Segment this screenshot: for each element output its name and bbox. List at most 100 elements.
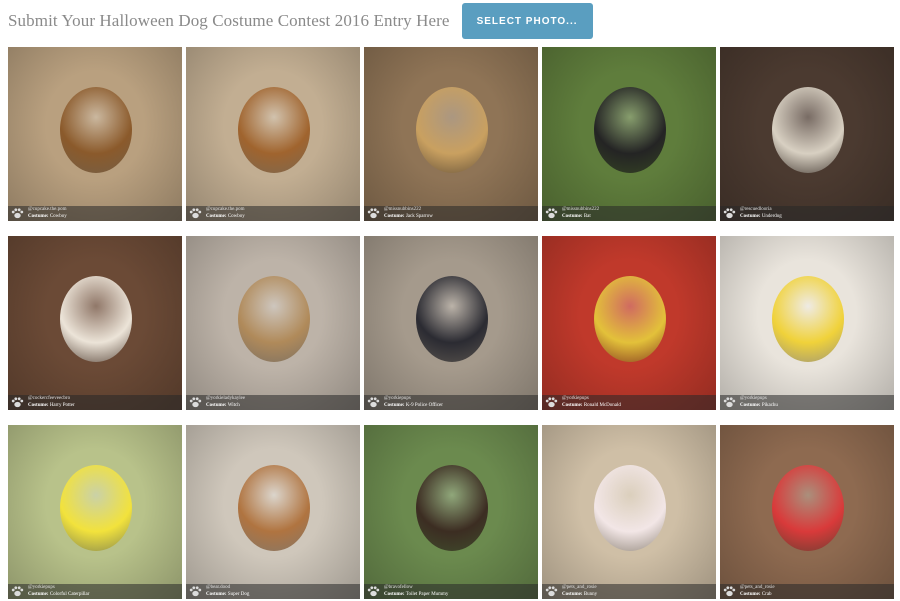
dog-photo — [364, 425, 538, 599]
paw-icon — [545, 586, 558, 597]
costume-name: Crab — [761, 592, 772, 597]
photo-tile[interactable]: @missnubbins222 Costume: Jack Sparrow — [364, 47, 538, 221]
dog-photo — [186, 425, 360, 599]
photo-caption: @cockercfeeveecbro Costume: Harry Potter — [8, 395, 182, 410]
photo-tile[interactable]: @rescuedlooria Costume: Underdog — [720, 47, 894, 221]
caption-username: @yorkiepups — [740, 396, 767, 401]
dog-figure — [60, 276, 132, 362]
photo-tile[interactable]: @yorkiepups Costume: Colorful Caterpilla… — [8, 425, 182, 599]
costume-label: Costume: — [28, 592, 49, 597]
costume-label: Costume: — [28, 214, 49, 219]
paw-icon — [723, 397, 736, 408]
photo-caption: @yorkiepups Costume: Ronald McDonald — [542, 395, 716, 410]
photo-tile[interactable]: @bear.dood Costume: Super Dog — [186, 425, 360, 599]
costume-name: Cowboy — [49, 214, 67, 219]
dog-photo — [364, 236, 538, 410]
caption-costume: Costume: Colorful Caterpillar — [28, 592, 89, 598]
photo-tile[interactable]: @cockercfeeveecbro Costume: Harry Potter — [8, 236, 182, 410]
caption-costume: Costume: Pikachu — [740, 403, 778, 409]
photo-caption: @missnubbins222 Costume: Bat — [542, 206, 716, 221]
caption-costume: Costume: Toilet Paper Mummy — [384, 592, 448, 598]
caption-username: @pets_and_rosie — [740, 585, 775, 590]
photo-tile[interactable]: @yorkiepups Costume: Ronald McDonald — [542, 236, 716, 410]
dog-figure — [416, 276, 488, 362]
paw-icon — [189, 397, 202, 408]
photo-grid: @cupcake.the.pom Costume: Cowboy @cupcak… — [8, 47, 894, 599]
caption-text: @pets_and_rosie Costume: Crab — [740, 585, 775, 598]
paw-icon — [545, 208, 558, 219]
dog-photo — [542, 47, 716, 221]
photo-caption: @pets_and_rosie Costume: Crab — [720, 584, 894, 599]
photo-caption: @yorkiepups Costume: Colorful Caterpilla… — [8, 584, 182, 599]
dog-figure — [772, 465, 844, 551]
caption-username: @missnubbins222 — [384, 207, 422, 212]
photo-tile[interactable]: @bravofellow Costume: Toilet Paper Mummy — [364, 425, 538, 599]
caption-username: @bravofellow — [384, 585, 413, 590]
costume-name: Colorful Caterpillar — [49, 592, 90, 597]
photo-caption: @pets_and_rosie Costume: Bunny — [542, 584, 716, 599]
costume-label: Costume: — [206, 403, 227, 408]
photo-tile[interactable]: @pets_and_rosie Costume: Crab — [720, 425, 894, 599]
costume-label: Costume: — [740, 592, 761, 597]
costume-name: Underdog — [761, 214, 782, 219]
caption-text: @pets_and_rosie Costume: Bunny — [562, 585, 597, 598]
caption-username: @cupcake.the.pom — [28, 207, 67, 212]
caption-text: @missnubbins222 Costume: Jack Sparrow — [384, 207, 433, 220]
costume-label: Costume: — [562, 214, 583, 219]
photo-tile[interactable]: @missnubbins222 Costume: Bat — [542, 47, 716, 221]
paw-icon — [189, 586, 202, 597]
caption-username: @missnubbins222 — [562, 207, 600, 212]
costume-name: Cowboy — [227, 214, 245, 219]
photo-caption: @cupcake.the.pom Costume: Cowboy — [8, 206, 182, 221]
photo-tile[interactable]: @yorkiepups Costume: K-9 Police Officer — [364, 236, 538, 410]
costume-name: Witch — [227, 403, 240, 408]
dog-figure — [416, 465, 488, 551]
dog-figure — [60, 87, 132, 173]
photo-tile[interactable]: @pets_and_rosie Costume: Bunny — [542, 425, 716, 599]
photo-tile[interactable]: @yorkiepups Costume: Pikachu — [720, 236, 894, 410]
caption-costume: Costume: Bat — [562, 214, 599, 220]
caption-costume: Costume: Cowboy — [206, 214, 245, 220]
caption-costume: Costume: Witch — [206, 403, 245, 409]
paw-icon — [367, 397, 380, 408]
paw-icon — [189, 208, 202, 219]
photo-tile[interactable]: @cupcake.the.pom Costume: Cowboy — [8, 47, 182, 221]
dog-photo — [364, 47, 538, 221]
caption-text: @bear.dood Costume: Super Dog — [206, 585, 249, 598]
caption-costume: Costume: Crab — [740, 592, 775, 598]
photo-caption: @cupcake.the.pom Costume: Cowboy — [186, 206, 360, 221]
dog-photo — [8, 47, 182, 221]
caption-costume: Costume: Cowboy — [28, 214, 67, 220]
photo-caption: @missnubbins222 Costume: Jack Sparrow — [364, 206, 538, 221]
costume-label: Costume: — [740, 403, 761, 408]
caption-text: @missnubbins222 Costume: Bat — [562, 207, 599, 220]
photo-caption: @yorkiepups Costume: K-9 Police Officer — [364, 395, 538, 410]
costume-name: Jack Sparrow — [405, 214, 433, 219]
costume-name: Ronald McDonald — [583, 403, 621, 408]
dog-photo — [720, 236, 894, 410]
dog-photo — [542, 236, 716, 410]
costume-label: Costume: — [562, 403, 583, 408]
caption-username: @rescuedlooria — [740, 207, 772, 212]
paw-icon — [11, 208, 24, 219]
dog-photo — [8, 425, 182, 599]
photo-tile[interactable]: @yorkieladykaylee Costume: Witch — [186, 236, 360, 410]
photo-tile[interactable]: @cupcake.the.pom Costume: Cowboy — [186, 47, 360, 221]
photo-caption: @yorkiepups Costume: Pikachu — [720, 395, 894, 410]
photo-caption: @bear.dood Costume: Super Dog — [186, 584, 360, 599]
page-header: Submit Your Halloween Dog Costume Contes… — [8, 3, 593, 39]
select-photo-button[interactable]: SELECT PHOTO... — [461, 3, 593, 39]
caption-costume: Costume: Harry Potter — [28, 403, 75, 409]
dog-figure — [238, 465, 310, 551]
dog-figure — [594, 465, 666, 551]
caption-username: @cupcake.the.pom — [206, 207, 245, 212]
costume-label: Costume: — [206, 592, 227, 597]
costume-label: Costume: — [206, 214, 227, 219]
caption-costume: Costume: Bunny — [562, 592, 597, 598]
photo-caption: @yorkieladykaylee Costume: Witch — [186, 395, 360, 410]
caption-costume: Costume: Ronald McDonald — [562, 403, 621, 409]
paw-icon — [367, 208, 380, 219]
caption-username: @pets_and_rosie — [562, 585, 597, 590]
costume-name: Harry Potter — [49, 403, 75, 408]
costume-name: Super Dog — [227, 592, 250, 597]
